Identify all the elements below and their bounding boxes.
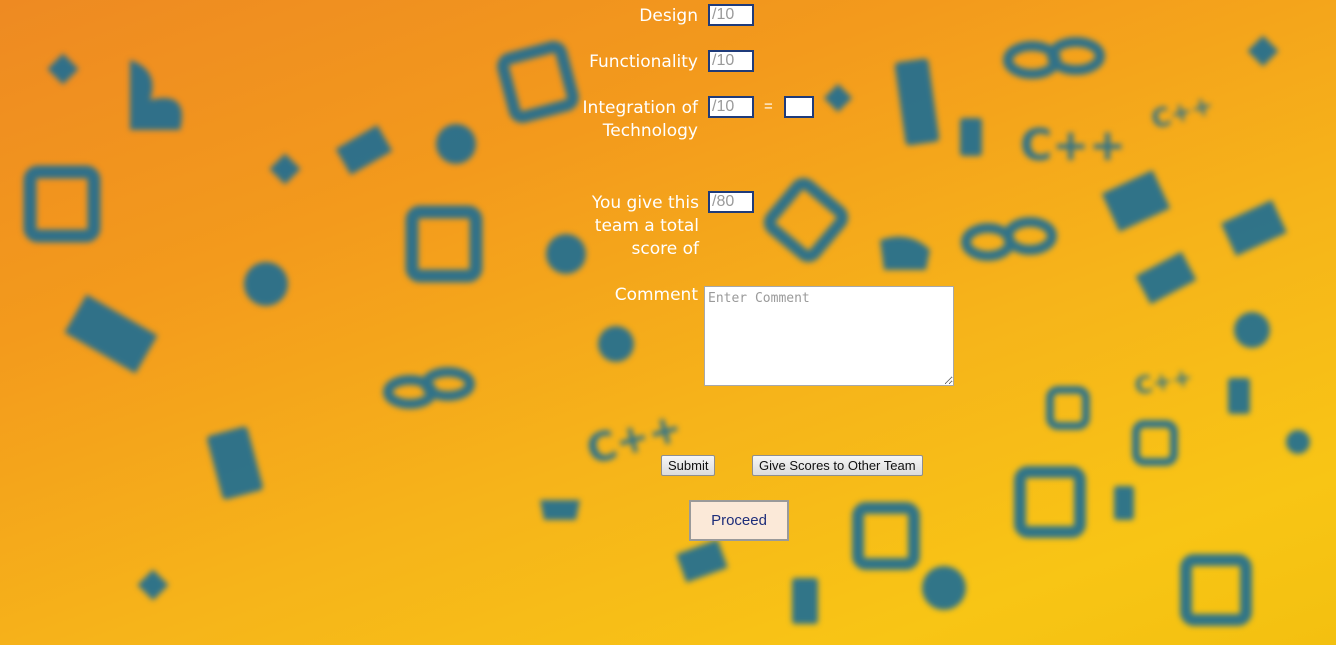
svg-text:C++: C++	[1020, 120, 1126, 171]
comment-textarea[interactable]	[704, 286, 954, 386]
comment-label: Comment	[614, 285, 698, 305]
functionality-label: Functionality	[589, 52, 698, 72]
proceed-button[interactable]: Proceed	[689, 500, 789, 541]
give-scores-other-team-button[interactable]: Give Scores to Other Team	[752, 455, 923, 476]
total-score-label: You give this team a total score of	[592, 192, 699, 261]
design-score-input[interactable]	[708, 4, 754, 26]
integration-label-line1: Integration of	[582, 98, 698, 118]
integration-score-input[interactable]	[708, 96, 754, 118]
functionality-score-input[interactable]	[708, 50, 754, 72]
integration-label-line2: Technology	[602, 121, 698, 141]
design-label: Design	[639, 6, 698, 26]
svg-text:C++: C++	[1133, 363, 1195, 401]
total-label-line2: team a total	[594, 216, 699, 236]
equals-sign: =	[764, 98, 773, 115]
total-label-line3: score of	[631, 239, 699, 259]
integration-label: Integration of Technology	[583, 97, 698, 143]
total-label-line1: You give this	[591, 193, 699, 213]
total-score-input[interactable]	[708, 191, 754, 213]
submit-button[interactable]: Submit	[661, 455, 716, 476]
svg-text:C++: C++	[1148, 90, 1216, 135]
sum-result-input[interactable]	[784, 96, 814, 118]
